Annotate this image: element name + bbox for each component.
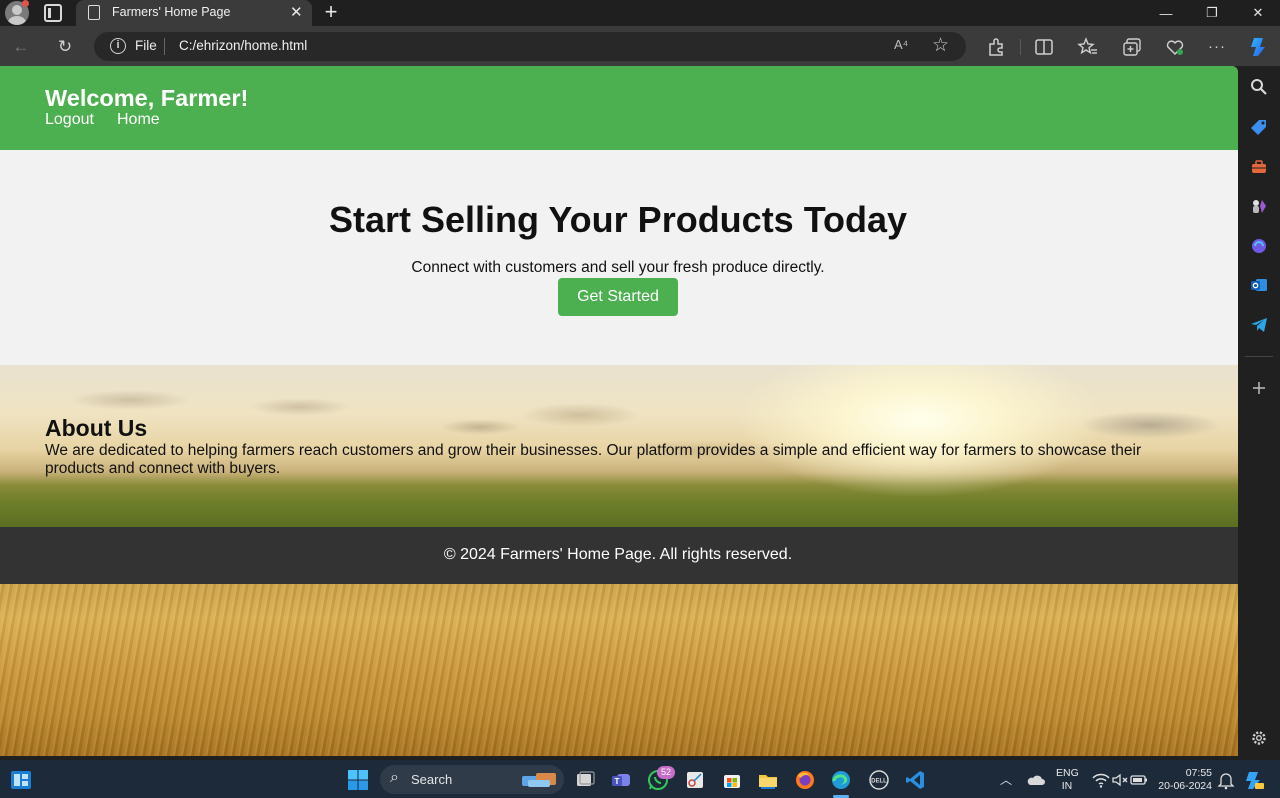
home-link[interactable]: Home bbox=[117, 111, 160, 129]
language-indicator[interactable]: ENG IN bbox=[1056, 767, 1079, 793]
tab-title: Farmers' Home Page bbox=[112, 5, 231, 19]
site-header: Welcome, Farmer! Logout Home bbox=[0, 66, 1238, 150]
show-hidden-icons-chevron-up-icon[interactable]: ︿ bbox=[1000, 771, 1022, 793]
notification-bell-icon[interactable] bbox=[1215, 769, 1237, 791]
outlook-icon[interactable] bbox=[1250, 276, 1268, 294]
edge-icon[interactable] bbox=[830, 769, 852, 791]
clock-date: 20-06-2024 bbox=[1158, 780, 1212, 792]
address-bar[interactable]: i File C:/ehrizon/home.html A⁴ ☆ bbox=[94, 32, 966, 61]
site-info-icon[interactable]: i bbox=[110, 38, 126, 54]
file-explorer-icon[interactable] bbox=[757, 769, 779, 791]
hero-section: Start Selling Your Products Today Connec… bbox=[0, 150, 1238, 365]
snipping-tool-icon[interactable] bbox=[684, 769, 706, 791]
games-icon[interactable] bbox=[1250, 197, 1268, 215]
url-text[interactable]: C:/ehrizon/home.html bbox=[179, 38, 307, 53]
search-label: Search bbox=[411, 772, 453, 787]
teams-icon[interactable]: T bbox=[610, 769, 632, 791]
search-icon[interactable] bbox=[1250, 78, 1268, 96]
windows-start-icon[interactable] bbox=[347, 769, 369, 791]
windows-taskbar: ⌕ Search T 52 DELL ︿ ENG IN 07:55 20-06-… bbox=[0, 760, 1280, 798]
browser-toolbar: ← ↻ i File C:/ehrizon/home.html A⁴ ☆ ··· bbox=[0, 26, 1280, 66]
tab-actions-icon[interactable] bbox=[44, 4, 62, 22]
onedrive-cloud-icon[interactable] bbox=[1025, 769, 1047, 791]
svg-text:T: T bbox=[615, 777, 620, 786]
hero-subtitle: Connect with customers and sell your fre… bbox=[411, 259, 825, 276]
microsoft-store-icon[interactable] bbox=[721, 769, 743, 791]
profile-notification-dot bbox=[22, 0, 29, 7]
browser-title-bar: Farmers' Home Page ✕ + — ❐ ✕ bbox=[0, 0, 1280, 26]
copilot-icon[interactable] bbox=[1247, 35, 1271, 59]
address-scheme-label: File bbox=[135, 38, 157, 53]
address-divider bbox=[164, 38, 165, 55]
browser-essentials-icon[interactable] bbox=[1164, 36, 1186, 58]
back-button[interactable]: ← bbox=[10, 36, 32, 58]
battery-icon[interactable] bbox=[1128, 769, 1150, 791]
split-screen-icon[interactable] bbox=[1033, 36, 1055, 58]
favorites-icon[interactable] bbox=[1077, 36, 1099, 58]
search-icon: ⌕ bbox=[390, 769, 399, 786]
vs-code-icon[interactable] bbox=[904, 769, 926, 791]
about-title: About Us bbox=[45, 415, 148, 441]
read-aloud-icon[interactable]: A⁴ bbox=[894, 37, 908, 52]
footer-copyright: © 2024 Farmers' Home Page. All rights re… bbox=[443, 546, 793, 563]
get-started-button[interactable]: Get Started bbox=[558, 278, 678, 316]
firefox-icon[interactable] bbox=[794, 769, 816, 791]
add-icon[interactable] bbox=[1250, 379, 1268, 397]
wheat-field-background bbox=[0, 584, 1238, 756]
welcome-heading: Welcome, Farmer! bbox=[45, 85, 249, 111]
hero-title: Start Selling Your Products Today bbox=[328, 199, 908, 240]
svg-text:DELL: DELL bbox=[871, 779, 887, 785]
search-highlight-image bbox=[522, 773, 556, 787]
settings-gear-icon[interactable] bbox=[1250, 729, 1268, 747]
telegram-icon[interactable] bbox=[1250, 316, 1268, 334]
widgets-icon[interactable] bbox=[10, 769, 32, 791]
task-view-icon[interactable] bbox=[574, 769, 596, 791]
more-options-icon[interactable]: ··· bbox=[1206, 36, 1228, 58]
favorite-star-icon[interactable]: ☆ bbox=[932, 34, 949, 57]
refresh-button[interactable]: ↻ bbox=[54, 36, 76, 58]
language-code: ENG bbox=[1056, 767, 1079, 779]
sidebar-divider bbox=[1245, 356, 1273, 357]
web-page: Welcome, Farmer! Logout Home Start Selli… bbox=[0, 66, 1238, 756]
dell-icon[interactable]: DELL bbox=[868, 769, 890, 791]
tools-icon[interactable] bbox=[1250, 158, 1268, 176]
extensions-icon[interactable] bbox=[985, 36, 1007, 58]
clock-time: 07:55 bbox=[1185, 767, 1212, 779]
shopping-tag-icon[interactable] bbox=[1250, 118, 1268, 136]
site-footer: © 2024 Farmers' Home Page. All rights re… bbox=[0, 527, 1238, 584]
tab-farmers-home-page[interactable]: Farmers' Home Page ✕ bbox=[76, 0, 312, 26]
restore-button[interactable]: ❐ bbox=[1189, 0, 1235, 26]
tab-close-icon[interactable]: ✕ bbox=[290, 3, 303, 21]
collections-icon[interactable] bbox=[1121, 36, 1143, 58]
language-region: IN bbox=[1061, 780, 1073, 792]
toolbar-divider bbox=[1020, 39, 1021, 55]
minimize-button[interactable]: — bbox=[1143, 0, 1189, 26]
copilot-sidebar-icon[interactable] bbox=[1250, 237, 1268, 255]
whatsapp-badge: 52 bbox=[657, 766, 675, 779]
system-clock[interactable]: 07:55 20-06-2024 bbox=[1158, 767, 1212, 793]
about-section: About Us We are dedicated to helping far… bbox=[0, 365, 1238, 527]
about-text: We are dedicated to helping farmers reac… bbox=[45, 442, 1142, 477]
document-icon bbox=[88, 5, 100, 20]
new-tab-button[interactable]: + bbox=[320, 0, 342, 24]
taskbar-search-box[interactable]: ⌕ Search bbox=[380, 765, 564, 794]
copilot-taskbar-icon[interactable] bbox=[1243, 769, 1265, 791]
close-window-button[interactable]: ✕ bbox=[1235, 0, 1280, 26]
logout-link[interactable]: Logout bbox=[45, 111, 94, 129]
edge-sidebar bbox=[1238, 66, 1280, 756]
